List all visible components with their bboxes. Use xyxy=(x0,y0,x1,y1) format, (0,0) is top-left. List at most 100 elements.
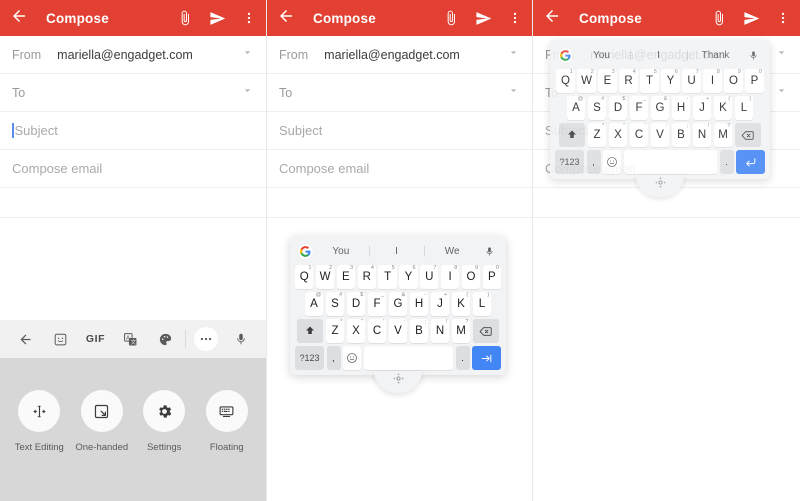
google-g-icon[interactable] xyxy=(298,244,313,259)
key-w[interactable]: 2W xyxy=(577,69,596,93)
microphone-icon[interactable] xyxy=(223,332,258,346)
key-y[interactable]: 6Y xyxy=(399,265,417,289)
key-w[interactable]: 2W xyxy=(316,265,334,289)
key-d[interactable]: $D xyxy=(609,96,628,120)
key-u[interactable]: 7U xyxy=(682,69,701,93)
symbols-key[interactable]: ?123 xyxy=(555,150,584,174)
key-c[interactable]: 'C xyxy=(368,319,387,343)
key-i[interactable]: 8I xyxy=(441,265,459,289)
send-icon[interactable] xyxy=(743,10,760,27)
space-key[interactable] xyxy=(364,346,454,370)
key-k[interactable]: (K xyxy=(714,96,733,120)
suggestion-2[interactable]: I xyxy=(369,246,425,257)
key-d[interactable]: $D xyxy=(347,292,366,316)
comma-key[interactable]: , xyxy=(327,346,341,370)
key-a[interactable]: @A xyxy=(567,96,586,120)
key-l[interactable]: )L xyxy=(473,292,492,316)
key-p[interactable]: 0P xyxy=(483,265,501,289)
to-row[interactable]: To xyxy=(267,74,532,112)
key-x[interactable]: "X xyxy=(347,319,366,343)
back-icon[interactable] xyxy=(10,7,28,30)
option-settings[interactable]: Settings xyxy=(135,390,193,453)
toolbar-back-icon[interactable] xyxy=(8,332,43,347)
key-q[interactable]: 1Q xyxy=(556,69,575,93)
send-icon[interactable] xyxy=(475,10,492,27)
key-o[interactable]: 9O xyxy=(724,69,743,93)
enter-arrow-icon[interactable] xyxy=(736,150,765,174)
to-row[interactable]: To xyxy=(0,74,266,112)
gear-icon[interactable] xyxy=(143,390,185,432)
key-a[interactable]: @A xyxy=(305,292,324,316)
floating-keyboard-middle[interactable]: You I We 1Q 2W 3E 4R 5T 6Y 7U 8I 9O 0P @… xyxy=(290,236,506,375)
back-icon[interactable] xyxy=(277,7,295,30)
key-f[interactable]: _F xyxy=(630,96,649,120)
key-c[interactable]: 'C xyxy=(630,123,649,147)
translate-icon[interactable]: A文 xyxy=(113,332,148,347)
body-row[interactable]: Compose email xyxy=(267,150,532,188)
chevron-down-icon[interactable] xyxy=(241,46,254,64)
more-vertical-icon[interactable] xyxy=(242,10,256,26)
attachment-icon[interactable] xyxy=(177,10,193,26)
suggestion-3[interactable]: Thank xyxy=(687,50,744,61)
backspace-icon[interactable] xyxy=(735,123,761,147)
floating-keyboard-icon[interactable] xyxy=(206,390,248,432)
suggestion-1[interactable]: You xyxy=(313,246,369,257)
floating-keyboard-right[interactable]: You I Thank 1Q 2W 3E 4R 5T 6Y 7U 8I 9O 0… xyxy=(550,40,770,179)
gif-button[interactable]: GIF xyxy=(78,333,113,345)
chevron-down-icon[interactable] xyxy=(507,46,520,64)
period-key[interactable]: . xyxy=(456,346,470,370)
key-v[interactable]: :V xyxy=(651,123,670,147)
backspace-icon[interactable] xyxy=(473,319,499,343)
key-t[interactable]: 5T xyxy=(640,69,659,93)
palette-icon[interactable] xyxy=(148,332,183,347)
space-key[interactable] xyxy=(624,150,718,174)
from-row[interactable]: From mariella@engadget.com xyxy=(0,36,266,74)
more-horizontal-icon[interactable] xyxy=(194,327,218,351)
key-x[interactable]: "X xyxy=(609,123,628,147)
tab-arrow-icon[interactable] xyxy=(472,346,501,370)
subject-row[interactable]: Subject xyxy=(0,112,266,150)
key-e[interactable]: 3E xyxy=(337,265,355,289)
chevron-down-icon[interactable] xyxy=(507,84,520,102)
text-cursor-icon[interactable] xyxy=(18,390,60,432)
subject-row[interactable]: Subject xyxy=(267,112,532,150)
attachment-icon[interactable] xyxy=(443,10,459,26)
google-g-icon[interactable] xyxy=(558,48,573,63)
one-handed-icon[interactable] xyxy=(81,390,123,432)
back-icon[interactable] xyxy=(543,7,561,30)
sticker-icon[interactable] xyxy=(43,332,78,347)
option-floating[interactable]: Floating xyxy=(198,390,256,453)
emoji-icon[interactable] xyxy=(343,346,361,370)
key-b[interactable]: ;B xyxy=(410,319,429,343)
key-k[interactable]: (K xyxy=(452,292,471,316)
attachment-icon[interactable] xyxy=(711,10,727,26)
key-z[interactable]: *Z xyxy=(588,123,607,147)
key-n[interactable]: !N xyxy=(693,123,712,147)
key-h[interactable]: -H xyxy=(410,292,429,316)
key-t[interactable]: 5T xyxy=(378,265,396,289)
key-e[interactable]: 3E xyxy=(598,69,617,93)
emoji-icon[interactable] xyxy=(603,150,621,174)
key-m[interactable]: ?M xyxy=(714,123,733,147)
key-n[interactable]: !N xyxy=(431,319,450,343)
option-text-editing[interactable]: Text Editing xyxy=(10,390,68,453)
more-horizontal-button[interactable] xyxy=(188,327,223,351)
key-g[interactable]: &G xyxy=(389,292,408,316)
key-s[interactable]: #S xyxy=(588,96,607,120)
key-z[interactable]: *Z xyxy=(326,319,345,343)
key-y[interactable]: 6Y xyxy=(661,69,680,93)
key-g[interactable]: &G xyxy=(651,96,670,120)
symbols-key[interactable]: ?123 xyxy=(295,346,324,370)
option-one-handed[interactable]: One-handed xyxy=(73,390,131,453)
key-r[interactable]: 4R xyxy=(619,69,638,93)
key-j[interactable]: +J xyxy=(431,292,450,316)
comma-key[interactable]: , xyxy=(587,150,601,174)
shift-icon[interactable] xyxy=(297,319,323,343)
key-v[interactable]: :V xyxy=(389,319,408,343)
chevron-down-icon[interactable] xyxy=(241,84,254,102)
period-key[interactable]: . xyxy=(720,150,734,174)
key-i[interactable]: 8I xyxy=(703,69,722,93)
suggestion-2[interactable]: I xyxy=(630,50,687,61)
key-h[interactable]: -H xyxy=(672,96,691,120)
key-o[interactable]: 9O xyxy=(462,265,480,289)
